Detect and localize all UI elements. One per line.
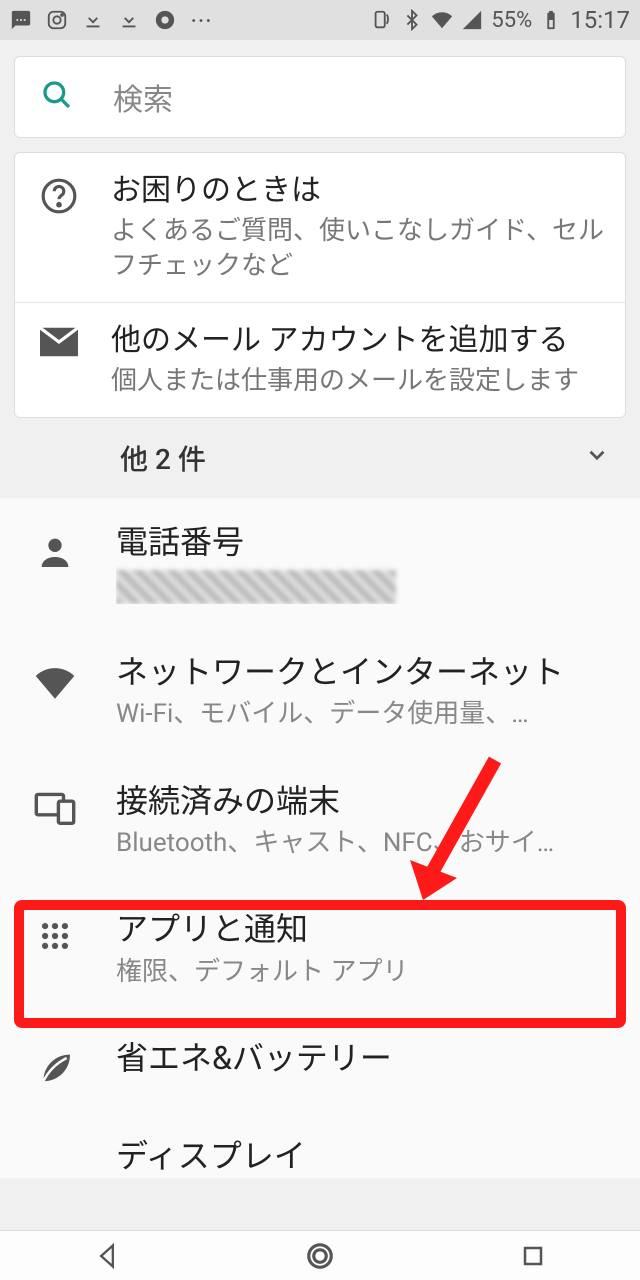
- setting-sub: 権限、デフォルト アプリ: [116, 955, 620, 990]
- search-icon: [41, 79, 73, 115]
- android-navbar: [0, 1230, 640, 1280]
- setting-display[interactable]: ディスプレイ: [0, 1112, 640, 1178]
- suggestion-help[interactable]: お困りのときは よくあるご質問、使いこなしガイド、セルフチェックなど: [15, 153, 625, 302]
- help-icon: [35, 171, 83, 215]
- setting-connected-devices[interactable]: 接続済みの端末 Bluetooth、キャスト、NFC、おサイ…: [0, 757, 640, 886]
- battery-icon: [540, 9, 562, 31]
- setting-apps-notifications[interactable]: アプリと通知 権限、デフォルト アプリ: [0, 885, 640, 1014]
- setting-title: 省エネ&バッテリー: [116, 1038, 620, 1080]
- recents-button[interactable]: [513, 1236, 553, 1276]
- setting-title: ディスプレイ: [116, 1136, 620, 1178]
- download-icon: [82, 9, 104, 31]
- instagram-icon: [46, 9, 68, 31]
- expand-suggestions[interactable]: 他 2 件: [0, 418, 640, 498]
- wifi-icon: [431, 9, 453, 31]
- leaf-icon: [26, 1038, 84, 1088]
- suggestion-sub: 個人または仕事用のメールを設定します: [111, 364, 605, 399]
- sms-icon: [10, 9, 32, 31]
- nfc-icon: [371, 9, 393, 31]
- search-bar[interactable]: 検索: [14, 56, 626, 138]
- suggestion-card: お困りのときは よくあるご質問、使いこなしガイド、セルフチェックなど 他のメール…: [14, 152, 626, 418]
- back-button[interactable]: [87, 1236, 127, 1276]
- setting-sub: Wi-Fi、モバイル、データ使用量、…: [116, 697, 620, 732]
- download-icon-2: [118, 9, 140, 31]
- setting-battery[interactable]: 省エネ&バッテリー: [0, 1014, 640, 1112]
- redacted-value: [116, 570, 396, 604]
- chevron-down-icon: [584, 442, 610, 475]
- settings-content: 検索 お困りのときは よくあるご質問、使いこなしガイド、セルフチェックなど 他の…: [0, 40, 640, 1230]
- setting-title: 接続済みの端末: [116, 781, 620, 823]
- battery-pct: 55%: [491, 8, 532, 33]
- setting-title: ネットワークとインターネット: [116, 652, 620, 694]
- mail-icon: [35, 321, 83, 357]
- devices-icon: [26, 781, 84, 825]
- setting-title: 電話番号: [116, 522, 620, 564]
- suggestion-title: 他のメール アカウントを追加する: [111, 321, 605, 360]
- person-icon: [26, 522, 84, 572]
- display-icon: [26, 1136, 84, 1146]
- chrome-icon: [154, 9, 176, 31]
- search-placeholder: 検索: [113, 75, 173, 119]
- suggestion-title: お困りのときは: [111, 171, 605, 210]
- expand-label: 他 2 件: [120, 438, 206, 478]
- status-left-icons: ⋯: [10, 4, 212, 36]
- clock: 15:17: [570, 6, 630, 34]
- status-right-icons: 55% 15:17: [371, 6, 630, 34]
- wifi-setting-icon: [26, 652, 84, 704]
- settings-list: 電話番号 ネットワークとインターネット Wi-Fi、モバイル、データ使用量、… …: [0, 498, 640, 1177]
- home-button[interactable]: [300, 1236, 340, 1276]
- setting-title: アプリと通知: [116, 909, 620, 951]
- apps-icon: [26, 909, 84, 953]
- more-icon: ⋯: [190, 4, 212, 36]
- signal-icon: [461, 9, 483, 31]
- setting-phone-number[interactable]: 電話番号: [0, 498, 640, 628]
- bluetooth-icon: [401, 9, 423, 31]
- status-bar: ⋯ 55% 15:17: [0, 0, 640, 40]
- suggestion-mail[interactable]: 他のメール アカウントを追加する 個人または仕事用のメールを設定します: [15, 302, 625, 417]
- setting-sub: Bluetooth、キャスト、NFC、おサイ…: [116, 826, 620, 861]
- setting-network[interactable]: ネットワークとインターネット Wi-Fi、モバイル、データ使用量、…: [0, 628, 640, 757]
- suggestion-sub: よくあるご質問、使いこなしガイド、セルフチェックなど: [111, 214, 605, 284]
